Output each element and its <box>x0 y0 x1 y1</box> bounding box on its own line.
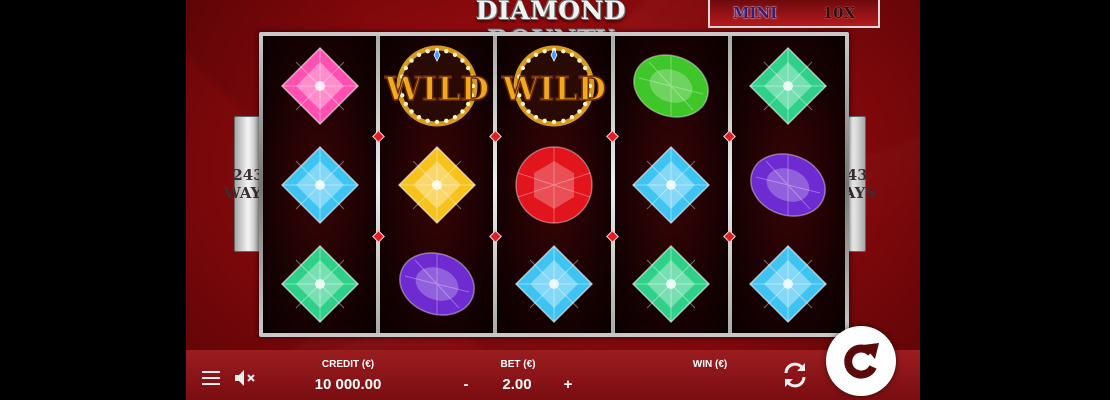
reel-5 <box>731 36 845 333</box>
reel-2: WILD <box>380 36 494 333</box>
reels-frame: WILD WILD <box>259 32 849 337</box>
autoplay-icon[interactable] <box>780 360 810 390</box>
reel-3: WILD <box>497 36 611 333</box>
symbol-blue-diamond <box>732 234 845 333</box>
symbol-blue-diamond <box>615 135 728 234</box>
reels-grid: WILD WILD <box>263 36 845 333</box>
jackpot-label: MINI <box>732 4 778 22</box>
bet-value: 2.00 <box>502 376 532 393</box>
game-area: DIAMOND BOUNTY MINI 10X 243 WAYS 243 WAY… <box>186 0 920 400</box>
symbol-green-diamond <box>732 36 845 135</box>
reel-4 <box>614 36 728 333</box>
symbol-purple-oval <box>732 135 845 234</box>
symbol-red-round <box>497 135 610 234</box>
menu-icon[interactable] <box>202 371 220 385</box>
bet-increase-button[interactable]: + <box>560 376 576 393</box>
symbol-green-oval <box>615 36 728 135</box>
credit-label: CREDIT (€) <box>321 359 375 370</box>
reel-1 <box>263 36 377 333</box>
symbol-green-diamond <box>615 234 728 333</box>
bet-decrease-button[interactable]: - <box>458 376 474 393</box>
svg-text:WILD: WILD <box>501 69 606 108</box>
bet-label: BET (€) <box>500 359 536 370</box>
win-label: WIN (€) <box>692 359 728 370</box>
jackpot-value: 10X <box>822 4 856 22</box>
spin-button[interactable] <box>826 326 896 396</box>
svg-text:WILD: WILD <box>384 69 489 108</box>
game-title: DIAMOND BOUNTY <box>475 0 627 54</box>
jackpot-box: MINI 10X <box>708 0 880 28</box>
symbol-green-diamond <box>263 234 376 333</box>
credit-value: 10 000.00 <box>314 376 382 393</box>
symbol-wild: WILD <box>380 36 493 135</box>
symbol-wild: WILD <box>497 36 610 135</box>
symbol-purple-oval <box>380 234 493 333</box>
ways-panel-left: 243 WAYS <box>224 116 272 252</box>
spin-arrow-icon <box>844 343 879 379</box>
symbol-pink-diamond <box>263 36 376 135</box>
symbol-blue-diamond <box>497 234 610 333</box>
symbol-blue-diamond <box>263 135 376 234</box>
sound-muted-icon[interactable] <box>234 369 256 387</box>
symbol-yellow-diamond <box>380 135 493 234</box>
